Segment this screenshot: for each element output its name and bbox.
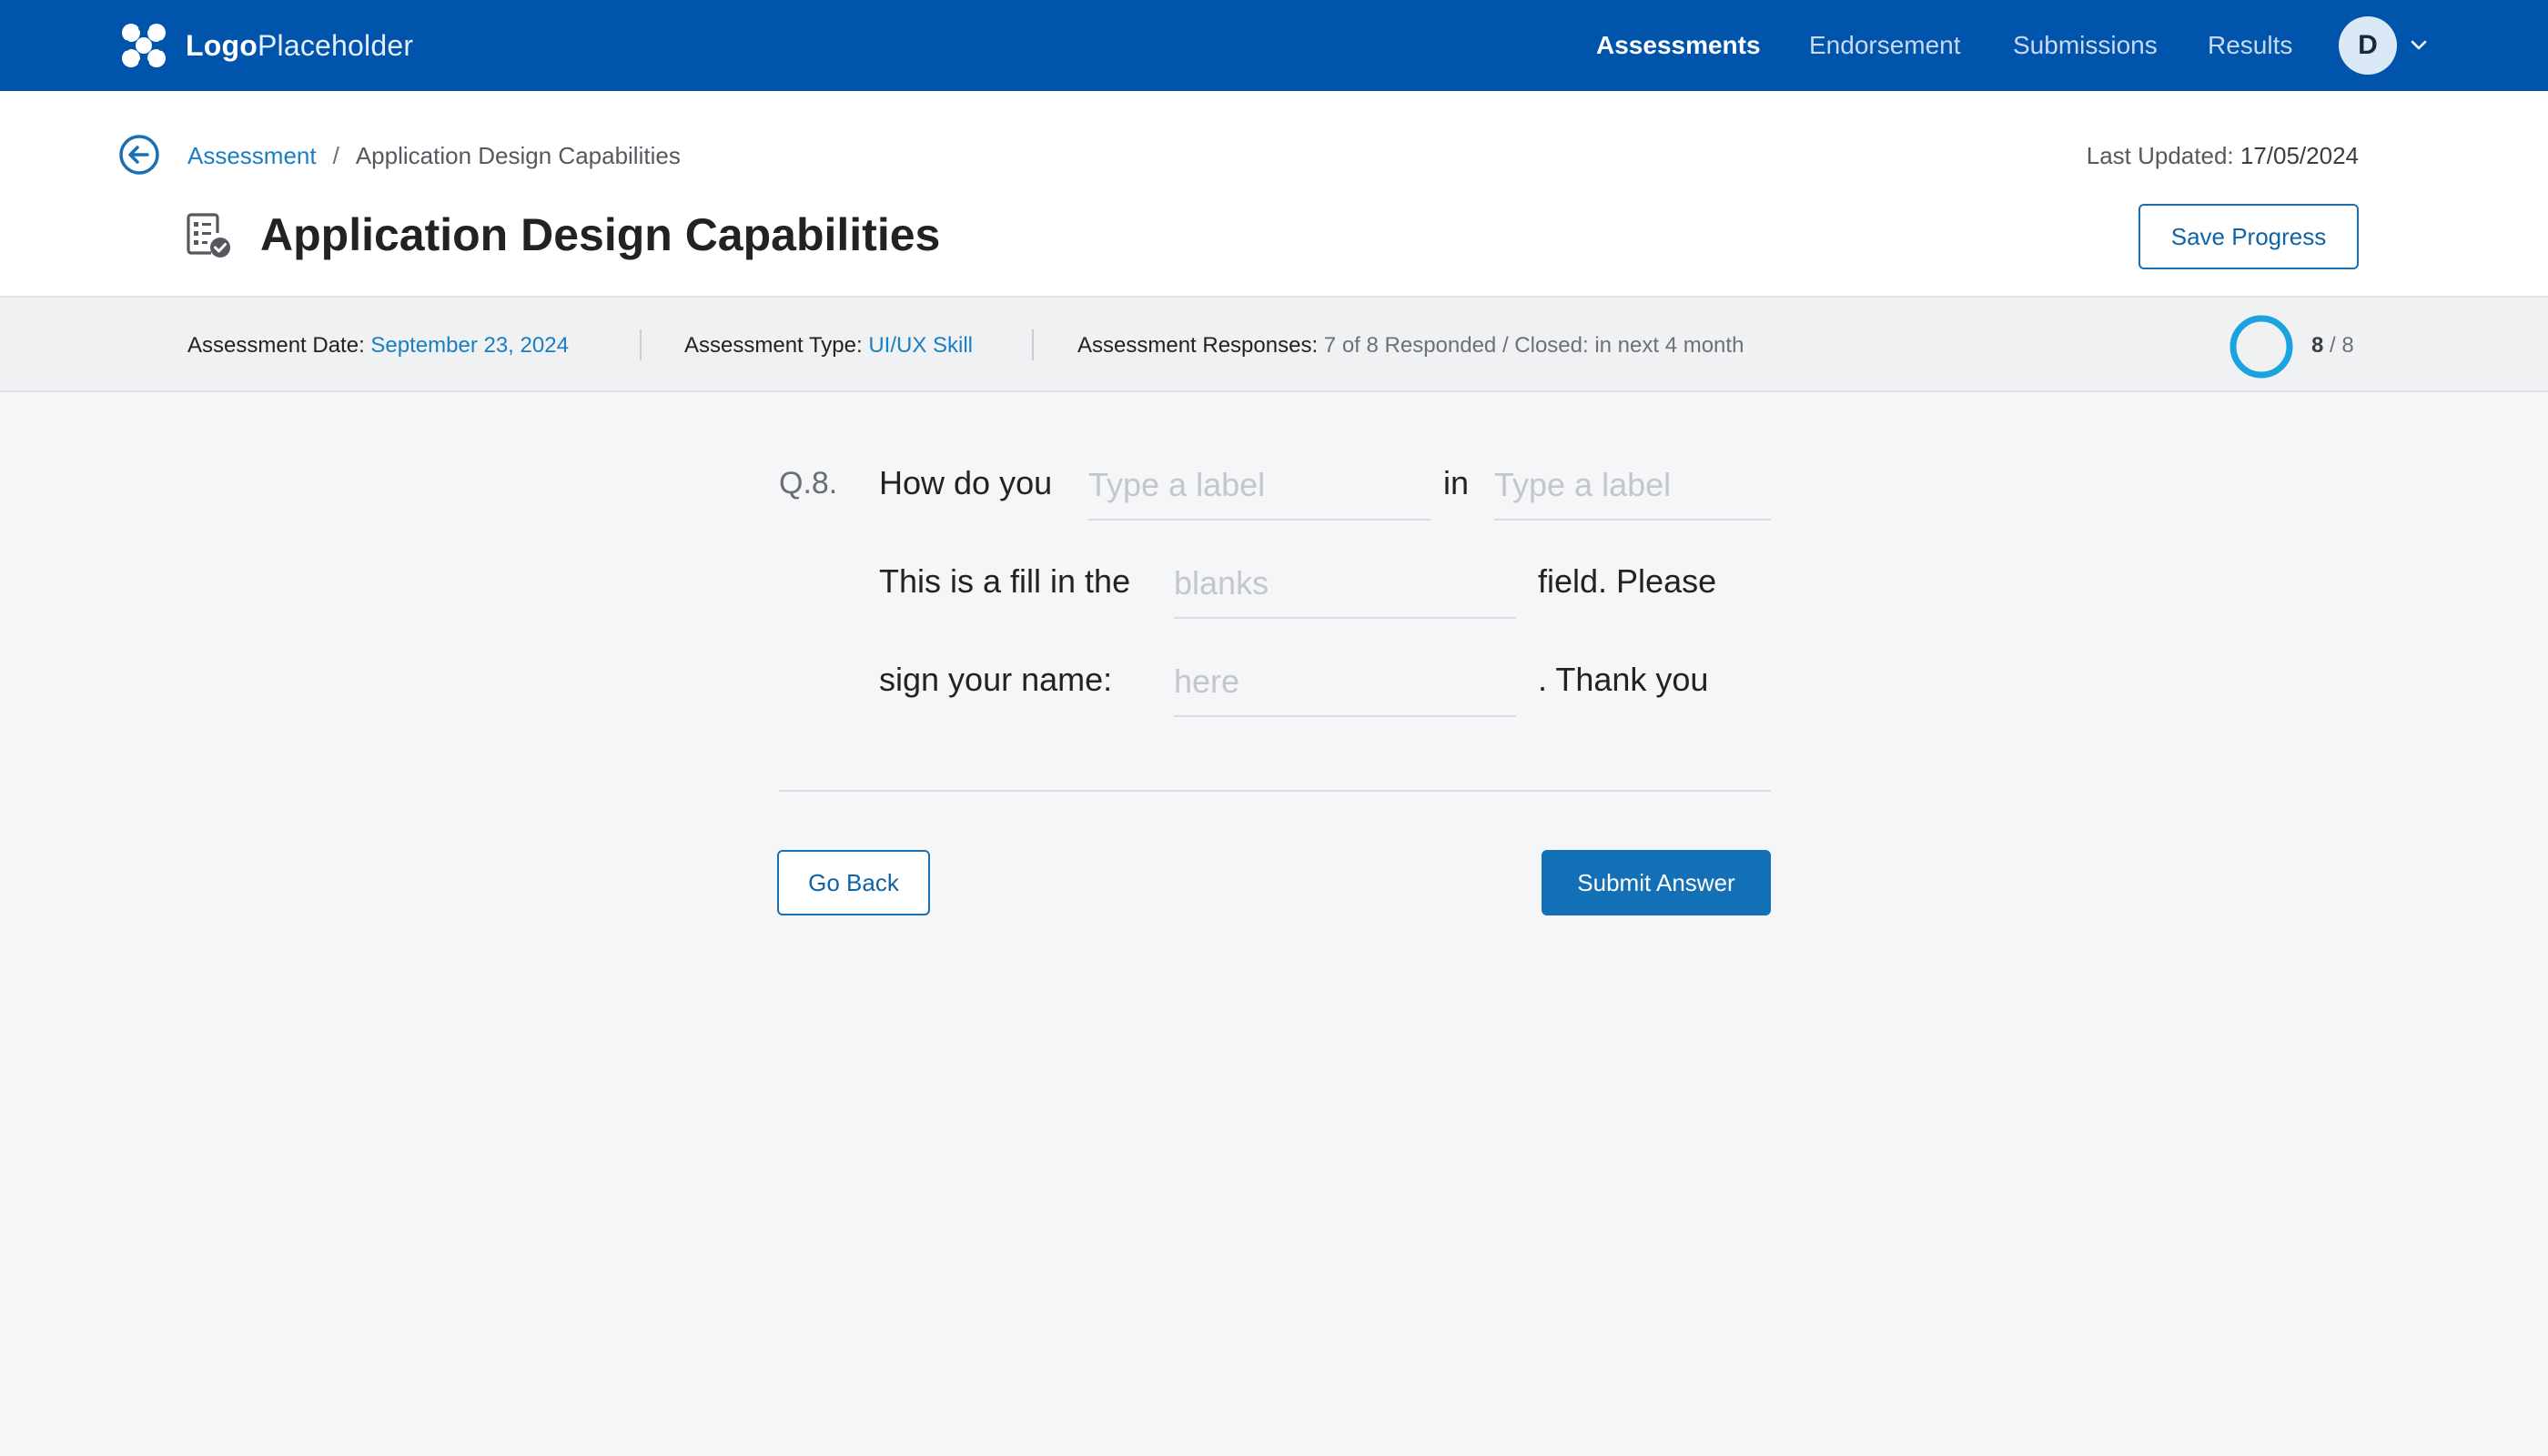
blank-input[interactable] (1494, 451, 1771, 521)
progress-ring-fill (2230, 315, 2293, 379)
question-text: field. Please (1538, 562, 1717, 600)
meta-divider (640, 329, 642, 360)
assessment-responses-label: Assessment Responses: (1077, 333, 1319, 358)
page-title: Application Design Capabilities (260, 209, 941, 260)
progress-count: 8 / 8 (2311, 333, 2354, 359)
meta-divider (1032, 329, 1034, 360)
nav-item-assessments[interactable]: Assessments (1596, 31, 1761, 60)
question-divider (779, 790, 1771, 792)
avatar[interactable]: D (2339, 16, 2397, 75)
top-nav: LogoPlaceholder Assessments Endorsement … (0, 0, 2548, 91)
nav-item-submissions[interactable]: Submissions (2013, 31, 2158, 60)
question-text: in (1443, 464, 1470, 501)
last-updated: Last Updated: 17/05/2024 (2087, 142, 2359, 170)
last-updated-value: 17/05/2024 (2240, 142, 2359, 169)
progress-total: / 8 (2330, 333, 2354, 358)
breadcrumb-current: Application Design Capabilities (355, 142, 681, 169)
breadcrumb-separator: / (332, 142, 339, 169)
submit-answer-button[interactable]: Submit Answer (1542, 850, 1771, 915)
logo[interactable]: LogoPlaceholder (120, 22, 413, 69)
assessment-date: Assessment Date: September 23, 2024 (187, 333, 569, 359)
go-back-button[interactable]: Go Back (777, 850, 930, 915)
blank-input[interactable] (1174, 550, 1516, 619)
progress-current: 8 (2311, 333, 2324, 358)
assessment-responses: Assessment Responses: 7 of 8 Responded /… (1077, 333, 1744, 359)
assessment-type: Assessment Type: UI/UX Skill (684, 333, 973, 359)
question-number: Q.8. (779, 466, 838, 500)
breadcrumb-link-assessment[interactable]: Assessment (187, 142, 317, 170)
assessment-date-value: September 23, 2024 (370, 333, 569, 358)
back-arrow-icon[interactable] (118, 134, 160, 176)
breadcrumb: Assessment / Application Design Capabili… (187, 142, 681, 170)
logo-icon (120, 22, 167, 69)
question-text: This is a fill in the (879, 562, 1131, 600)
assessment-type-value: UI/UX Skill (868, 333, 974, 358)
progress-ring (2230, 315, 2293, 379)
nav-item-endorsement[interactable]: Endorsement (1809, 31, 1961, 60)
nav-item-results[interactable]: Results (2208, 31, 2292, 60)
signature-input[interactable] (1174, 648, 1516, 717)
question-text: sign your name: (879, 661, 1113, 698)
question-text: . Thank you (1538, 661, 1709, 698)
question-text: How do you (879, 464, 1053, 501)
assessment-date-label: Assessment Date: (187, 333, 365, 358)
save-progress-button[interactable]: Save Progress (2138, 204, 2359, 269)
checklist-document-icon (187, 213, 230, 258)
chevron-down-icon[interactable] (2408, 35, 2430, 56)
assessment-type-label: Assessment Type: (684, 333, 863, 358)
assessment-responses-value: 7 of 8 Responded / Closed: in next 4 mon… (1323, 333, 1744, 358)
last-updated-label: Last Updated: (2086, 142, 2234, 169)
blank-input[interactable] (1088, 451, 1431, 521)
logo-text: LogoPlaceholder (186, 28, 414, 62)
